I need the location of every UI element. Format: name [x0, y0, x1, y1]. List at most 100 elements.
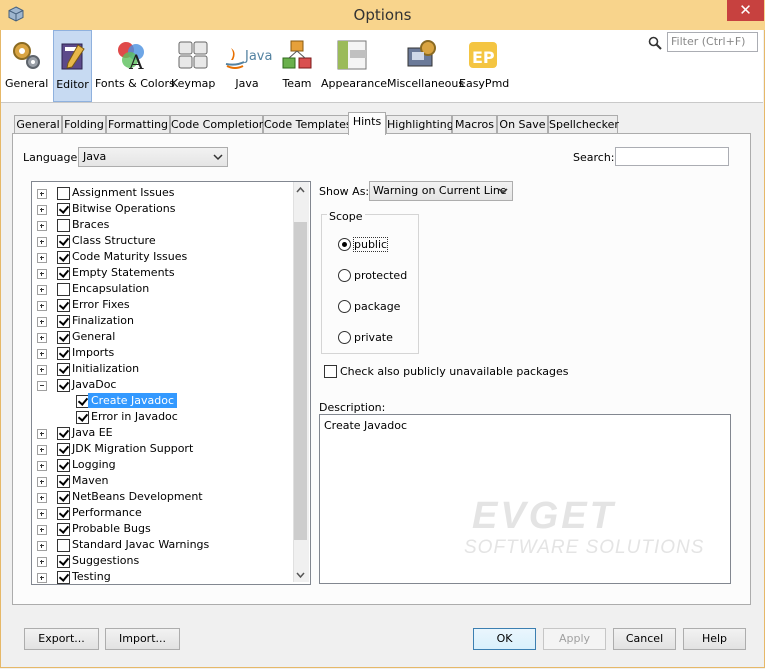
tree-item-checkbox[interactable]: [57, 491, 70, 504]
tree-item-label[interactable]: NetBeans Development: [72, 490, 203, 503]
language-select[interactable]: Java: [78, 147, 228, 167]
tree-item-label[interactable]: Suggestions: [72, 554, 139, 567]
category-easypmd[interactable]: EP EasyPmd: [459, 30, 509, 100]
tree-item-label[interactable]: Encapsulation: [72, 282, 149, 295]
expand-icon[interactable]: [37, 525, 47, 535]
expand-icon[interactable]: [37, 269, 47, 279]
tree-item-checkbox[interactable]: [57, 475, 70, 488]
tree-category-item[interactable]: Encapsulation: [32, 281, 292, 297]
tree-item-checkbox[interactable]: [57, 251, 70, 264]
tree-category-item[interactable]: JDK Migration Support: [32, 441, 292, 457]
tree-item-checkbox[interactable]: [57, 235, 70, 248]
tree-category-item[interactable]: Maven: [32, 473, 292, 489]
tree-item-checkbox[interactable]: [76, 411, 89, 424]
scope-package-label[interactable]: package: [354, 300, 400, 313]
tree-item-checkbox[interactable]: [57, 507, 70, 520]
expand-icon[interactable]: [37, 509, 47, 519]
tree-item-checkbox[interactable]: [57, 299, 70, 312]
expand-icon[interactable]: [37, 557, 47, 567]
show-as-select[interactable]: Warning on Current Line: [369, 181, 513, 201]
tree-item-checkbox[interactable]: [57, 443, 70, 456]
check-also-label[interactable]: Check also publicly unavailable packages: [340, 365, 569, 378]
tree-item-checkbox[interactable]: [57, 523, 70, 536]
expand-icon[interactable]: [37, 333, 47, 343]
expand-icon[interactable]: [37, 285, 47, 295]
tree-category-item[interactable]: Testing: [32, 569, 292, 584]
expand-icon[interactable]: [37, 205, 47, 215]
import-button[interactable]: Import...: [105, 628, 180, 650]
tab-highlighting[interactable]: Highlighting: [386, 115, 454, 134]
tree-item-label[interactable]: Assignment Issues: [72, 186, 174, 199]
expand-icon[interactable]: [37, 349, 47, 359]
tree-category-item[interactable]: Logging: [32, 457, 292, 473]
expand-icon[interactable]: [37, 541, 47, 551]
category-fonts-colors[interactable]: A Fonts & Colors: [95, 30, 175, 100]
tree-category-item[interactable]: General: [32, 329, 292, 345]
category-editor[interactable]: Editor: [53, 30, 92, 102]
tree-item-label[interactable]: Bitwise Operations: [72, 202, 175, 215]
tree-item-label[interactable]: Empty Statements: [72, 266, 175, 279]
tree-child-item[interactable]: Error in Javadoc: [32, 409, 292, 425]
tree-item-label[interactable]: Standard Javac Warnings: [72, 538, 209, 551]
tree-item-checkbox[interactable]: [57, 427, 70, 440]
tree-category-item[interactable]: Performance: [32, 505, 292, 521]
tab-macros[interactable]: Macros: [452, 115, 497, 134]
scroll-down-icon[interactable]: [293, 569, 308, 581]
export-button[interactable]: Export...: [24, 628, 99, 650]
tree-item-checkbox[interactable]: [57, 379, 70, 392]
tree-item-checkbox[interactable]: [57, 331, 70, 344]
scope-public-radio[interactable]: [338, 238, 351, 251]
expand-icon[interactable]: [37, 317, 47, 327]
tree-child-item[interactable]: Create Javadoc: [32, 393, 292, 409]
ok-button[interactable]: OK: [473, 628, 536, 650]
tree-category-item[interactable]: Assignment Issues: [32, 185, 292, 201]
scroll-up-icon[interactable]: [293, 184, 308, 196]
scope-protected-radio[interactable]: [338, 269, 351, 282]
tab-formatting[interactable]: Formatting: [106, 115, 170, 134]
tree-item-checkbox[interactable]: [57, 315, 70, 328]
scrollbar-thumb[interactable]: [294, 222, 307, 540]
tree-item-label[interactable]: JavaDoc: [72, 378, 116, 391]
tree-item-label[interactable]: Braces: [72, 218, 109, 231]
tab-code-completion[interactable]: Code Completion: [170, 115, 266, 134]
expand-icon[interactable]: [37, 493, 47, 503]
expand-icon[interactable]: [37, 429, 47, 439]
expand-icon[interactable]: [37, 189, 47, 199]
tree-item-label[interactable]: Finalization: [72, 314, 134, 327]
tree-category-item[interactable]: Imports: [32, 345, 292, 361]
tree-category-item[interactable]: Suggestions: [32, 553, 292, 569]
tree-item-label[interactable]: General: [72, 330, 115, 343]
tree-item-label[interactable]: Maven: [72, 474, 108, 487]
help-button[interactable]: Help: [683, 628, 746, 650]
tree-category-item[interactable]: Probable Bugs: [32, 521, 292, 537]
scope-private-label[interactable]: private: [354, 331, 393, 344]
cancel-button[interactable]: Cancel: [613, 628, 676, 650]
tree-item-label[interactable]: Probable Bugs: [72, 522, 151, 535]
tree-item-checkbox[interactable]: [57, 539, 70, 552]
tree-item-checkbox[interactable]: [57, 187, 70, 200]
tree-item-checkbox[interactable]: [57, 347, 70, 360]
tree-item-label[interactable]: Imports: [72, 346, 114, 359]
tree-category-item[interactable]: Class Structure: [32, 233, 292, 249]
tab-code-templates[interactable]: Code Templates: [263, 115, 352, 134]
tree-category-item[interactable]: Initialization: [32, 361, 292, 377]
tree-item-label[interactable]: Error Fixes: [72, 298, 130, 311]
tab-on-save[interactable]: On Save: [497, 115, 548, 134]
tree-category-item[interactable]: Braces: [32, 217, 292, 233]
tree-category-item[interactable]: Standard Javac Warnings: [32, 537, 292, 553]
expand-icon[interactable]: [37, 237, 47, 247]
expand-icon[interactable]: [37, 365, 47, 375]
tree-item-label[interactable]: Performance: [72, 506, 142, 519]
close-button[interactable]: ✕: [727, 0, 764, 21]
tree-item-label[interactable]: Create Javadoc: [88, 393, 178, 408]
tree-item-label[interactable]: Initialization: [72, 362, 139, 375]
category-keymap[interactable]: Keymap: [171, 30, 215, 100]
tree-item-checkbox[interactable]: [57, 363, 70, 376]
tree-item-label[interactable]: JDK Migration Support: [72, 442, 193, 455]
tree-category-item[interactable]: NetBeans Development: [32, 489, 292, 505]
hints-tree[interactable]: Assignment Issues Bitwise Operations Brace…: [31, 181, 311, 585]
tree-item-checkbox[interactable]: [57, 283, 70, 296]
scope-public-label[interactable]: public: [352, 237, 389, 252]
expand-icon[interactable]: [37, 461, 47, 471]
collapse-icon[interactable]: [37, 381, 47, 391]
